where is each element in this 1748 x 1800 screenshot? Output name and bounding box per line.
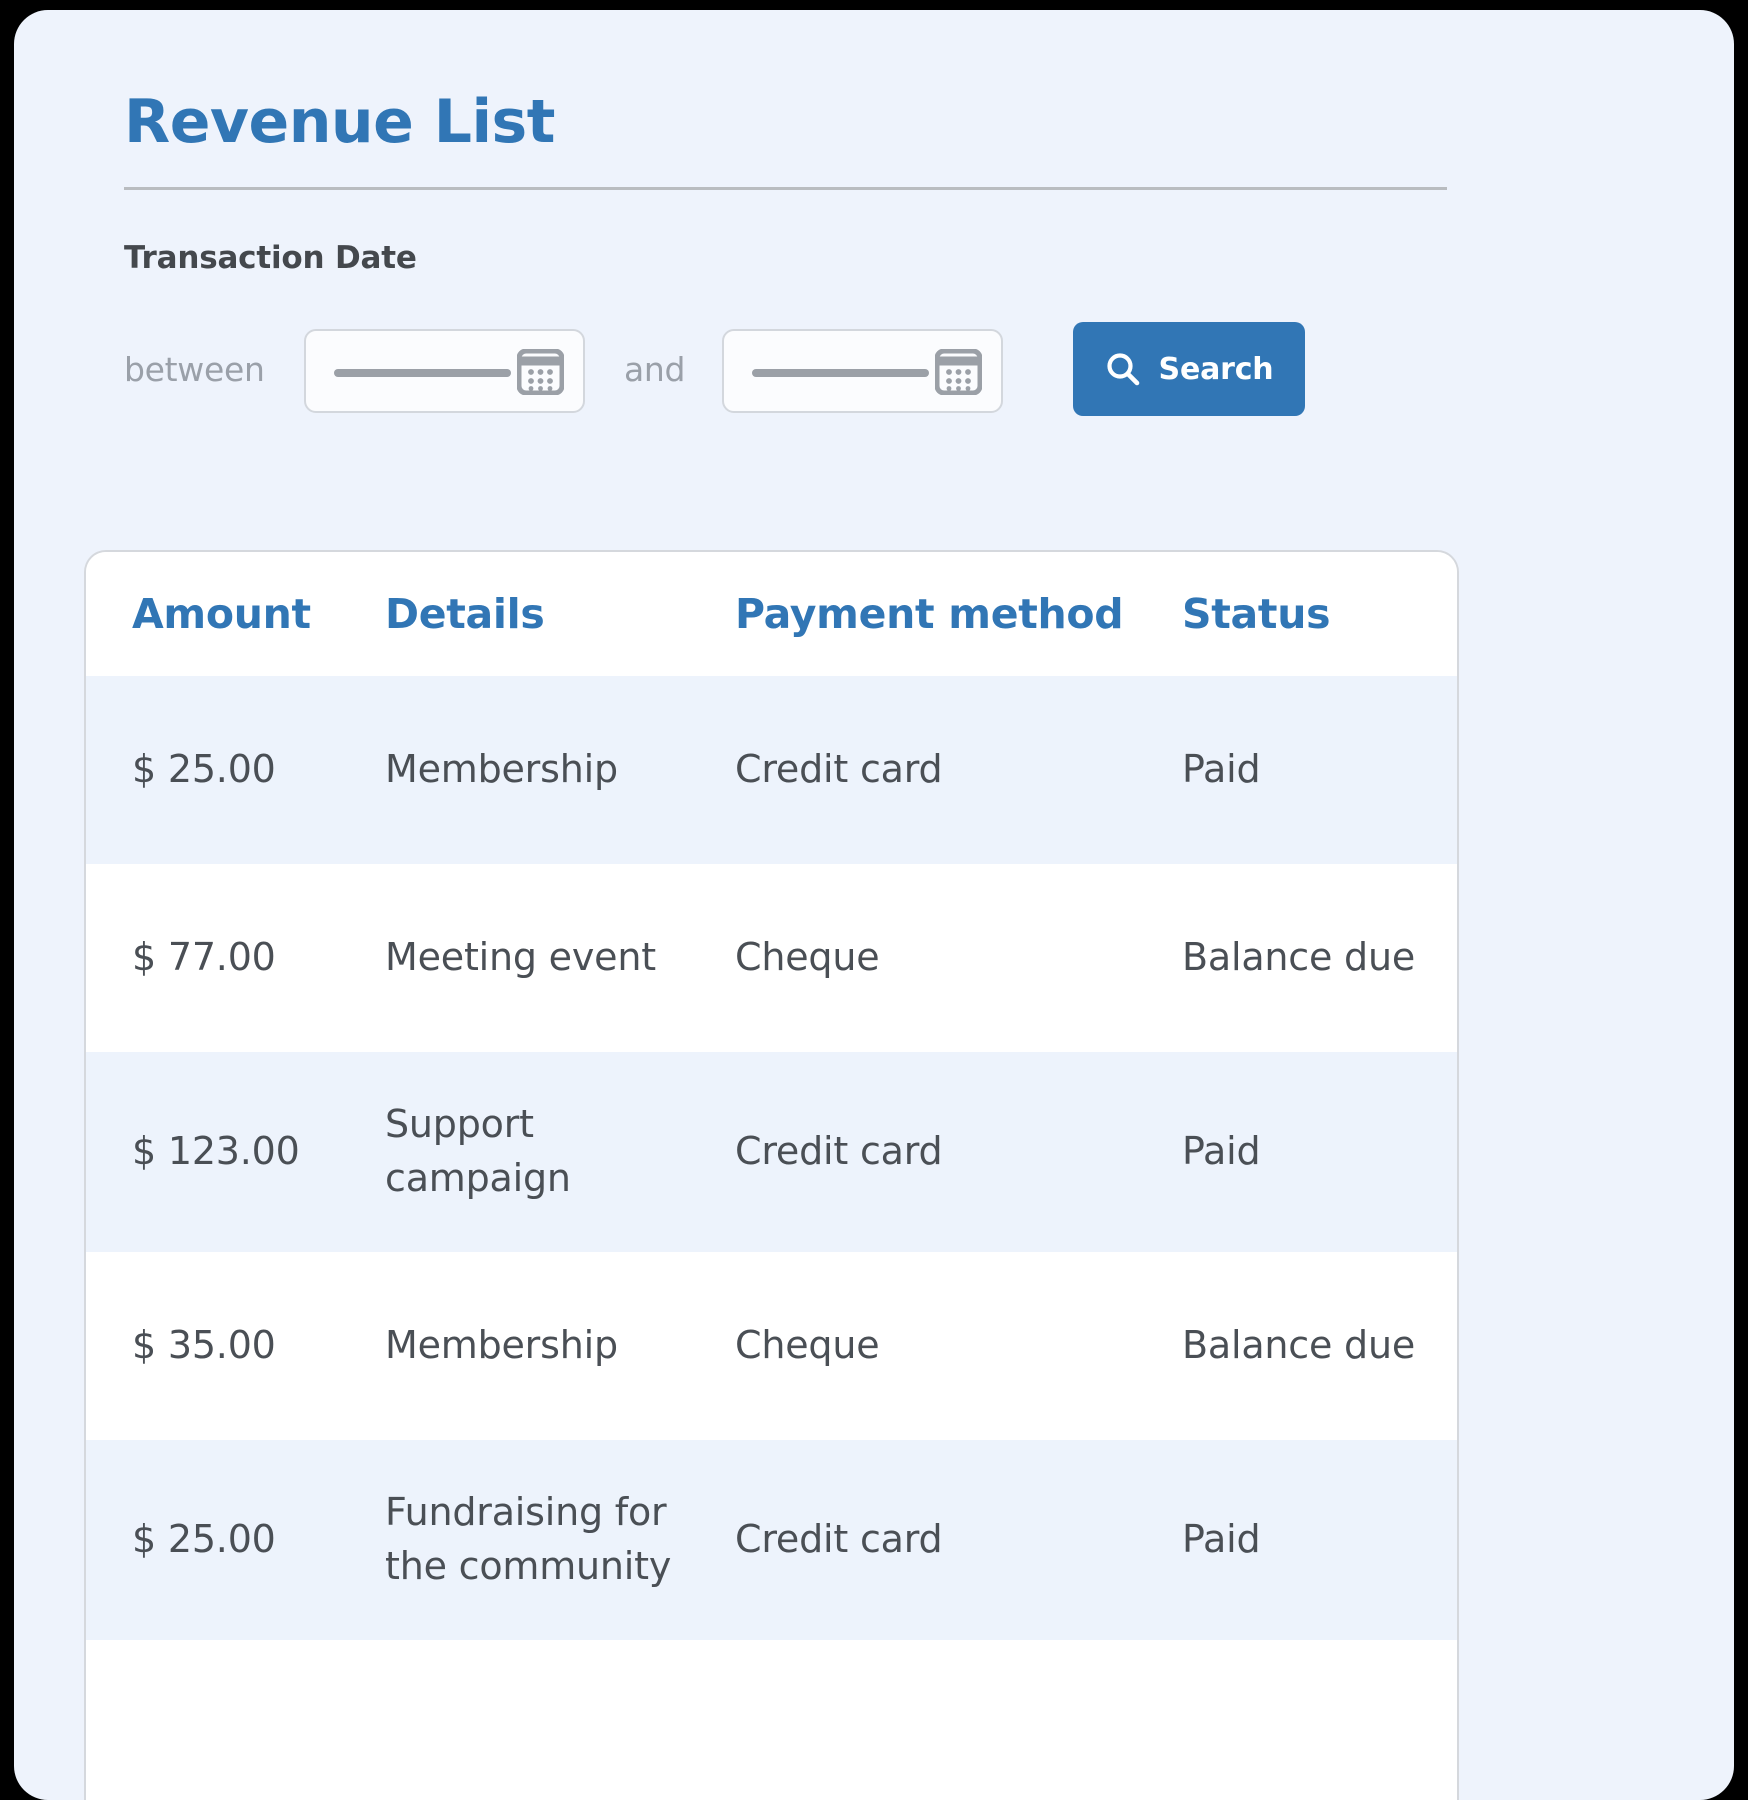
search-button-label: Search: [1158, 351, 1274, 387]
search-button[interactable]: Search: [1073, 322, 1305, 416]
cell-amount: $ 123.00: [132, 1129, 300, 1174]
cell-amount: $ 77.00: [132, 935, 276, 980]
cell-payment-method: Credit card: [735, 1129, 943, 1174]
cell-details: Fundraising for the community: [385, 1490, 672, 1588]
cell-details: Membership: [385, 1323, 618, 1368]
start-date-placeholder-line: [334, 369, 511, 377]
cell-amount: $ 35.00: [132, 1323, 276, 1368]
start-date-input[interactable]: [304, 329, 585, 413]
table-row[interactable]: $ 25.00 Membership Credit card Paid: [86, 676, 1457, 864]
calendar-icon[interactable]: [934, 348, 983, 396]
cell-payment-method: Cheque: [735, 1323, 880, 1368]
column-header-details[interactable]: Details: [385, 590, 735, 638]
cell-status: Balance due: [1182, 935, 1416, 980]
page-title: Revenue List: [124, 87, 555, 157]
cell-details: Membership: [385, 747, 618, 792]
column-header-amount[interactable]: Amount: [132, 590, 385, 638]
date-filter-row: between and Search: [124, 322, 1454, 417]
table-row[interactable]: $ 77.00 Meeting event Cheque Balance due: [86, 864, 1457, 1052]
and-label: and: [624, 350, 686, 389]
cell-amount: $ 25.00: [132, 747, 276, 792]
table-header-row: Amount Details Payment method Status: [86, 552, 1457, 676]
column-header-payment-method[interactable]: Payment method: [735, 590, 1182, 638]
end-date-input[interactable]: [722, 329, 1003, 413]
cell-details: Support campaign: [385, 1102, 571, 1200]
cell-payment-method: Credit card: [735, 747, 943, 792]
cell-payment-method: Credit card: [735, 1517, 943, 1562]
cell-details: Meeting event: [385, 935, 656, 980]
cell-status: Balance due: [1182, 1323, 1416, 1368]
revenue-table: Amount Details Payment method Status $ 2…: [84, 550, 1459, 1800]
screen-root: Revenue List Transaction Date between an…: [0, 0, 1748, 1800]
table-row[interactable]: $ 25.00 Fundraising for the community Cr…: [86, 1440, 1457, 1640]
column-header-status[interactable]: Status: [1182, 590, 1452, 638]
cell-status: Paid: [1182, 747, 1261, 792]
table-row[interactable]: $ 35.00 Membership Cheque Balance due: [86, 1252, 1457, 1440]
transaction-date-label: Transaction Date: [124, 240, 417, 276]
cell-status: Paid: [1182, 1129, 1261, 1174]
end-date-placeholder-line: [752, 369, 929, 377]
between-label: between: [124, 350, 265, 389]
revenue-list-panel: Revenue List Transaction Date between an…: [14, 10, 1734, 1800]
search-icon: [1105, 351, 1141, 387]
calendar-icon[interactable]: [516, 348, 565, 396]
cell-amount: $ 25.00: [132, 1517, 276, 1562]
cell-payment-method: Cheque: [735, 935, 880, 980]
cell-status: Paid: [1182, 1517, 1261, 1562]
title-divider: [124, 187, 1447, 190]
table-row[interactable]: $ 123.00 Support campaign Credit card Pa…: [86, 1052, 1457, 1252]
